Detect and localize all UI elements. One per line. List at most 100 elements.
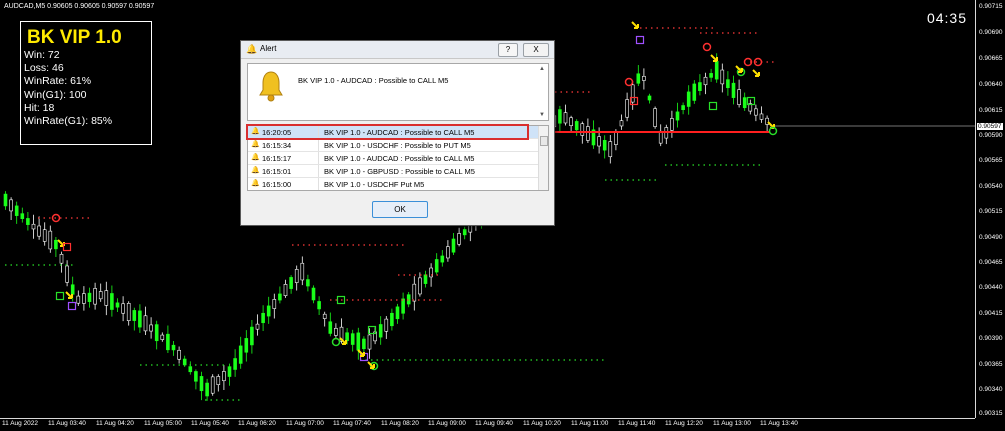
alert-row[interactable]: 🔔 16:15:00 BK VIP 1.0 - USDCHF Put M5 [248, 178, 539, 190]
ok-button[interactable]: OK [372, 201, 428, 218]
signal-arrow-icon [752, 69, 760, 77]
scroll-up-icon[interactable]: ▲ [539, 66, 545, 72]
time-tick: 11 Aug 13:00 [713, 420, 751, 427]
candle-body [692, 83, 697, 101]
candle-body [216, 376, 221, 385]
candle-body [653, 108, 657, 127]
candle-body [272, 299, 277, 309]
alert-row[interactable]: 🔔 16:15:01 BK VIP 1.0 - GBPUSD : Possibl… [248, 165, 539, 178]
candle-body [670, 118, 674, 131]
time-tick: 11 Aug 11:40 [618, 420, 656, 427]
signal-box-icon [708, 101, 718, 111]
price-tick: 0.90690 [979, 29, 1003, 36]
price-tick: 0.90540 [979, 183, 1003, 190]
signal-circle-icon [624, 77, 634, 87]
candle-body [569, 117, 573, 127]
time-tick: 11 Aug 09:00 [428, 420, 466, 427]
candle-body [698, 82, 702, 91]
list-scrollbar[interactable] [538, 126, 548, 190]
candle-body [675, 111, 680, 121]
candle-body [401, 298, 405, 314]
price-tick: 0.90390 [979, 335, 1003, 342]
candle-body [283, 284, 288, 296]
candle-body [362, 338, 366, 350]
price-tick: 0.90565 [979, 157, 1003, 164]
candle-body [709, 73, 713, 78]
candle-body [166, 333, 170, 351]
alert-row-time: 16:15:34 [262, 141, 292, 150]
bell-icon [259, 71, 283, 102]
candle-body [681, 105, 685, 111]
candle-body [406, 294, 411, 305]
candle-body [289, 277, 293, 289]
candle-body [647, 95, 652, 101]
scroll-down-icon[interactable]: ▼ [539, 112, 545, 118]
stats-win: Win: 72 [24, 49, 60, 61]
stats-winrate-g1: WinRate(G1): 85% [24, 115, 113, 128]
candle-body [378, 324, 383, 338]
candle-body [149, 324, 153, 332]
time-tick: 11 Aug 13:40 [760, 420, 798, 427]
alert-message: BK VIP 1.0 - AUDCAD : Possible to CALL M… [298, 76, 449, 85]
candle-body [451, 238, 456, 253]
candle-body [328, 321, 333, 334]
candle-body [188, 366, 193, 373]
candle-body [726, 79, 730, 89]
alert-title: Alert [260, 44, 277, 53]
candle-body [586, 126, 590, 141]
candle-body [642, 76, 646, 81]
time-tick: 11 Aug 08:20 [381, 420, 419, 427]
candle-body [244, 338, 249, 353]
time-tick: 11 Aug 07:40 [333, 420, 371, 427]
candle-body [563, 112, 568, 124]
price-tick: 0.90440 [979, 284, 1003, 291]
time-tick: 11 Aug 12:20 [665, 420, 703, 427]
candle-body [177, 349, 181, 360]
alert-row-message: BK VIP 1.0 - AUDCAD : Possible to CALL M… [324, 154, 475, 163]
candle-body [132, 310, 137, 321]
candle-body [160, 334, 165, 340]
candle-body [42, 229, 47, 242]
candle-body [65, 265, 69, 283]
alert-row[interactable]: 🔔 16:15:34 BK VIP 1.0 - USDCHF : Possibl… [248, 139, 539, 152]
candle-body [602, 140, 607, 151]
candle-body [104, 290, 109, 306]
candle-body [182, 358, 187, 366]
candle-body [429, 267, 433, 278]
candle-body [306, 279, 310, 287]
candle-timer: 04:35 [926, 10, 967, 26]
candle-body [278, 293, 282, 301]
scrollbar-thumb[interactable] [540, 136, 548, 146]
help-button[interactable]: ? [498, 43, 518, 57]
time-tick: 11 Aug 05:00 [144, 420, 182, 427]
time-axis: 11 Aug 2022 11 Aug 03:40 11 Aug 04:20 11… [0, 418, 975, 431]
candle-body [367, 334, 372, 350]
bell-icon: 🔔 [246, 44, 258, 54]
candle-body [171, 344, 176, 351]
candle-body [440, 255, 445, 263]
alert-row-time: 16:15:01 [262, 167, 292, 176]
close-button[interactable]: X [523, 43, 549, 57]
candle-body [731, 82, 736, 98]
candle-body [76, 295, 81, 304]
candle-body [143, 315, 148, 332]
candle-body [742, 97, 747, 109]
candle-body [614, 131, 618, 145]
alert-titlebar[interactable]: 🔔 Alert ? X [241, 41, 554, 59]
price-tick: 0.90465 [979, 259, 1003, 266]
candle-body [412, 283, 417, 302]
alert-row-message: BK VIP 1.0 - GBPUSD : Possible to CALL M… [324, 167, 475, 176]
candle-body [636, 73, 641, 84]
candle-body [350, 333, 355, 345]
candle-body [205, 382, 209, 397]
candle-body [250, 326, 254, 346]
stats-win-g1: Win(G1): 100 [24, 88, 87, 101]
candle-body [608, 141, 613, 158]
candle-body [720, 69, 725, 85]
price-tick: 0.90715 [979, 3, 1003, 10]
candle-body [26, 218, 30, 225]
candle-body [210, 376, 215, 394]
alert-row[interactable]: 🔔 16:15:17 BK VIP 1.0 - AUDCAD : Possibl… [248, 152, 539, 165]
candle-body [714, 61, 719, 80]
candle-body [658, 130, 663, 144]
